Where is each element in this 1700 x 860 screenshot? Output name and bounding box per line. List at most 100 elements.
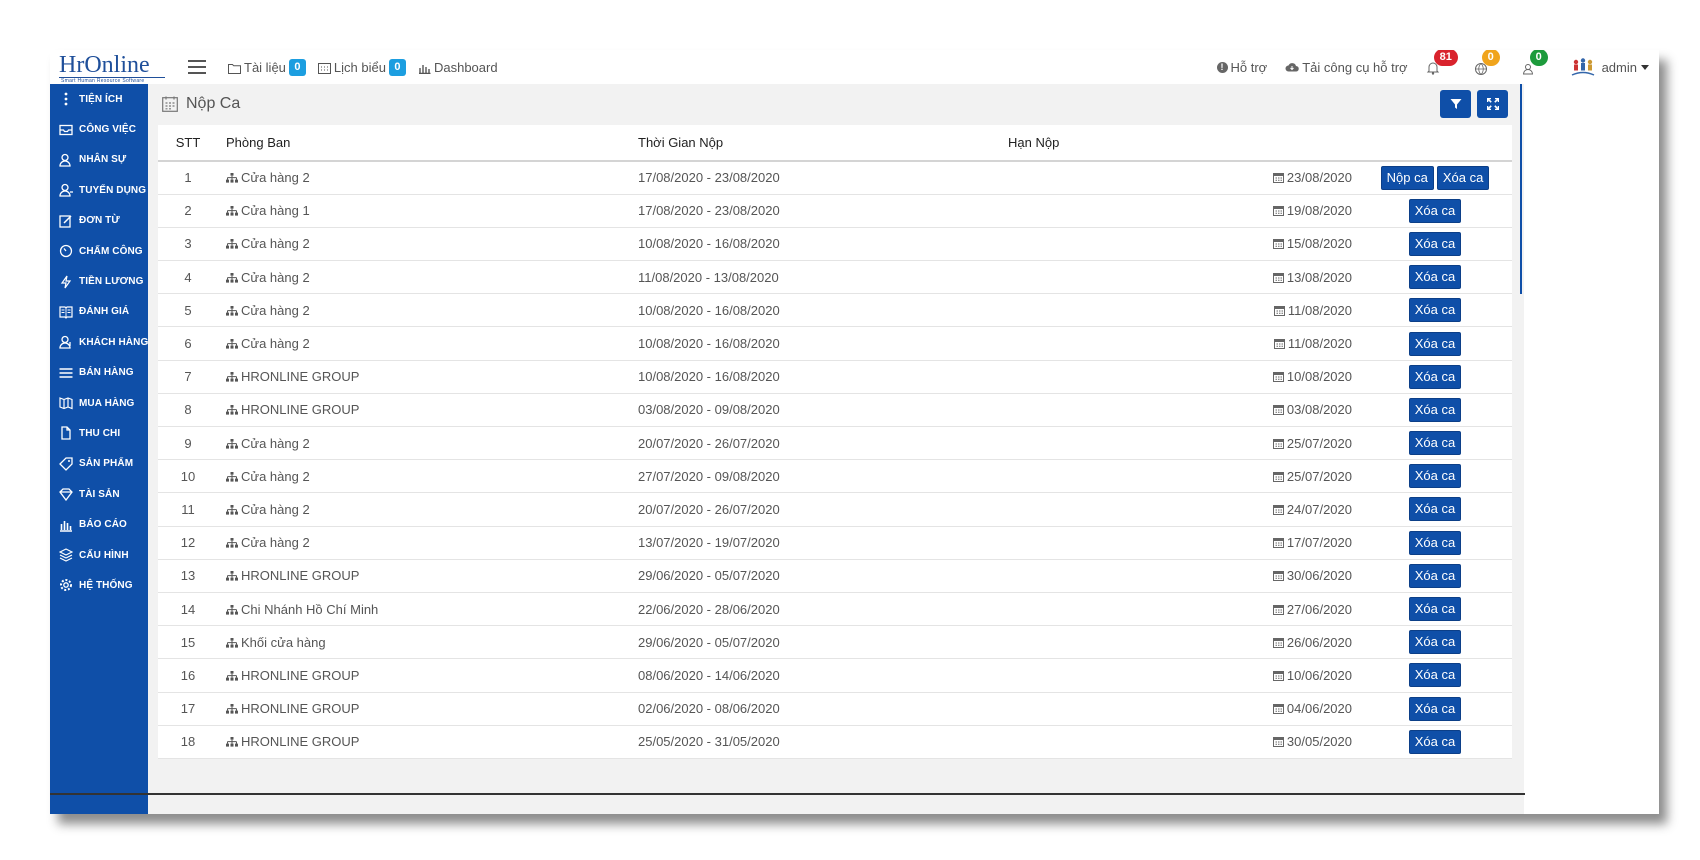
cell-phong-ban: Cửa hàng 2 [218, 326, 638, 361]
sidebar-item-khach-hang[interactable]: KHÁCH HÀNG [50, 327, 148, 357]
xoa-ca-button[interactable]: Xóa ca [1408, 298, 1462, 323]
cell-phong-ban: Khối cửa hàng [218, 625, 638, 660]
sidebar-item-tien-luong[interactable]: TIỀN LƯƠNG [50, 266, 148, 296]
cell-actions: Xóa ca [1358, 326, 1512, 361]
nav-tai-lieu[interactable]: Tài liệu 0 [228, 58, 306, 76]
filter-button[interactable] [1440, 90, 1471, 118]
cell-actions: Xóa ca [1358, 194, 1512, 228]
cell-phong-ban: Cửa hàng 2 [218, 293, 638, 328]
sidebar-item-bao-cao[interactable]: BÁO CÁO [50, 509, 148, 539]
cell-phong-ban: Cửa hàng 2 [218, 161, 638, 195]
sidebar-item-he-thong[interactable]: HỆ THỐNG [50, 570, 148, 600]
calendar-icon [1272, 206, 1284, 217]
hamburger-menu-icon[interactable] [188, 60, 206, 74]
sidebar-item-mua-hang[interactable]: MUA HÀNG [50, 388, 148, 418]
xoa-ca-button[interactable]: Xóa ca [1408, 630, 1462, 655]
cell-thoi-gian-nop: 29/06/2020 - 05/07/2020 [638, 625, 1008, 660]
deadline-date: 25/07/2020 [1286, 435, 1352, 451]
xoa-ca-button[interactable]: Xóa ca [1408, 597, 1462, 622]
col-phong-ban[interactable]: Phòng Ban [218, 125, 638, 162]
sidebar-item-tien-ich[interactable]: TIỆN ÍCH [50, 84, 148, 114]
xoa-ca-button[interactable]: Xóa ca [1408, 563, 1462, 588]
sidebar-item-label: BÁN HÀNG [79, 367, 134, 379]
sitemap-icon [226, 239, 238, 250]
logo-text: HrOnline [59, 52, 150, 78]
cell-han-blank [1008, 326, 1208, 361]
col-han-nop[interactable]: Hạn Nộp [1008, 125, 1208, 162]
xoa-ca-button[interactable]: Xóa ca [1408, 231, 1462, 256]
cell-stt: 18 [158, 725, 218, 759]
dept-name: Cửa hàng 2 [241, 501, 310, 517]
xoa-ca-button[interactable]: Xóa ca [1408, 198, 1462, 223]
xoa-ca-button[interactable]: Xóa ca [1408, 663, 1462, 688]
table-row: 5 Cửa hàng 2 10/08/2020 - 16/08/2020 11/… [158, 293, 1512, 328]
sitemap-icon [226, 737, 238, 747]
calendar-icon [1272, 637, 1284, 648]
xoa-ca-button[interactable]: Xóa ca [1408, 431, 1462, 456]
xoa-ca-button[interactable]: Xóa ca [1408, 397, 1462, 422]
calendar-icon [1273, 305, 1285, 316]
sidebar-item-don-tu[interactable]: ĐƠN TỪ [50, 206, 148, 236]
notification-people[interactable]: 0 [1522, 50, 1548, 77]
cell-stt: 9 [158, 426, 218, 461]
calendar-icon [1272, 670, 1284, 681]
xoa-ca-button[interactable]: Xóa ca [1408, 696, 1462, 721]
sidebar-item-cau-hinh[interactable]: CẤU HÌNH [50, 540, 148, 570]
clock-icon [59, 244, 73, 258]
sidebar-item-nhan-su[interactable]: NHÂN SỰ [50, 145, 148, 175]
expand-button[interactable] [1477, 90, 1508, 118]
table-row: 2 Cửa hàng 1 17/08/2020 - 23/08/2020 19/… [158, 194, 1512, 228]
nav-tai-lieu-badge: 0 [288, 58, 306, 76]
cell-stt: 7 [158, 360, 218, 394]
sidebar-item-cham-cong[interactable]: CHẤM CÔNG [50, 236, 148, 266]
person-add-icon [59, 183, 73, 198]
col-actions [1358, 125, 1512, 162]
sidebar: TIỆN ÍCH CÔNG VIỆC NHÂN SỰ TUYỂN DỤNG ĐƠ… [50, 84, 148, 814]
xoa-ca-button[interactable]: Xóa ca [1408, 364, 1462, 389]
xoa-ca-button[interactable]: Xóa ca [1408, 530, 1462, 555]
cell-han-nop: 11/08/2020 [1208, 293, 1358, 328]
person-icon [59, 153, 73, 167]
calendar-icon [1272, 272, 1284, 283]
sitemap-icon [226, 272, 238, 283]
nop-ca-button[interactable]: Nộp ca [1380, 165, 1434, 190]
sidebar-item-san-pham[interactable]: SẢN PHẨM [50, 449, 148, 479]
download-tool-link[interactable]: Tải công cụ hỗ trợ [1285, 59, 1408, 75]
xoa-ca-button[interactable]: Xóa ca [1408, 497, 1462, 522]
cell-han-blank [1008, 526, 1208, 560]
cell-han-blank [1008, 559, 1208, 593]
download-tool-label: Tải công cụ hỗ trợ [1302, 59, 1408, 75]
col-stt[interactable]: STT [158, 125, 218, 162]
xoa-ca-button[interactable]: Xóa ca [1408, 729, 1462, 754]
calendar-icon [1272, 538, 1284, 549]
xoa-ca-button[interactable]: Xóa ca [1408, 464, 1462, 489]
nav-dashboard[interactable]: Dashboard [418, 60, 498, 75]
diamond-icon [59, 487, 73, 502]
col-thoi-gian-nop[interactable]: Thời Gian Nộp [638, 125, 1008, 162]
sidebar-item-label: TÀI SẢN [79, 488, 120, 500]
notification-bell[interactable]: 81 [1426, 50, 1458, 77]
cell-actions: Xóa ca [1358, 260, 1512, 295]
xoa-ca-button[interactable]: Xóa ca [1408, 265, 1462, 290]
sidebar-item-tai-san[interactable]: TÀI SẢN [50, 479, 148, 509]
table-row: 4 Cửa hàng 2 11/08/2020 - 13/08/2020 13/… [158, 260, 1512, 295]
xoa-ca-button[interactable]: Xóa ca [1436, 165, 1490, 190]
user-menu[interactable]: admin [1570, 56, 1649, 78]
cell-han-nop: 25/07/2020 [1208, 426, 1358, 461]
horizontal-scrollbar[interactable] [50, 793, 1525, 795]
sidebar-item-danh-gia[interactable]: ĐÁNH GIÁ [50, 297, 148, 327]
app-logo[interactable]: HrOnline Smart Human Resource Software [50, 50, 172, 84]
table-header-row: STT Phòng Ban Thời Gian Nộp Hạn Nộp [158, 125, 1512, 162]
calendar-icon [1273, 339, 1285, 350]
help-link[interactable]: ! Hỗ trợ [1216, 60, 1267, 75]
sidebar-item-thu-chi[interactable]: THU CHI [50, 418, 148, 448]
cell-thoi-gian-nop: 27/07/2020 - 09/08/2020 [638, 459, 1008, 494]
sidebar-item-ban-hang[interactable]: BÁN HÀNG [50, 358, 148, 388]
vertical-scrollbar[interactable] [1520, 84, 1522, 294]
notification-globe[interactable]: 0 [1474, 50, 1500, 77]
nav-lich-bieu[interactable]: Lịch biểu 0 [317, 58, 406, 76]
xoa-ca-button[interactable]: Xóa ca [1408, 331, 1462, 356]
cell-han-blank [1008, 592, 1208, 627]
sidebar-item-cong-viec[interactable]: CÔNG VIỆC [50, 114, 148, 144]
sidebar-item-tuyen-dung[interactable]: TUYỂN DỤNG [50, 175, 148, 205]
